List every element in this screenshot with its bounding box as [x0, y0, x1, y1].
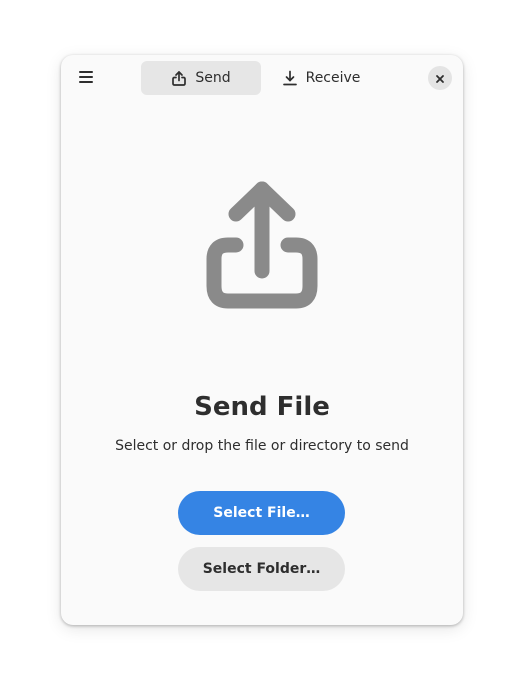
select-file-button[interactable]: Select File…: [178, 491, 345, 535]
view-switcher: Send Receive: [141, 61, 381, 95]
header-bar: Send Receive: [61, 55, 463, 101]
send-status-page: Send File Select or drop the file or dir…: [61, 101, 463, 625]
tab-send[interactable]: Send: [141, 61, 261, 95]
share-upload-icon: [171, 70, 187, 86]
tab-receive-label: Receive: [305, 70, 361, 86]
select-folder-button[interactable]: Select Folder…: [178, 547, 345, 591]
download-icon: [282, 70, 298, 86]
tab-send-label: Send: [195, 70, 231, 86]
share-upload-icon: [206, 181, 318, 311]
close-icon: [435, 69, 445, 88]
main-menu-button[interactable]: [71, 63, 101, 93]
hamburger-menu-icon: [78, 69, 94, 88]
tab-receive[interactable]: Receive: [261, 61, 381, 95]
close-button[interactable]: [428, 66, 452, 90]
app-window: Send Receive Send File Select or drop th…: [61, 55, 463, 625]
status-description: Select or drop the file or directory to …: [115, 438, 409, 454]
status-title: Send File: [194, 392, 330, 422]
